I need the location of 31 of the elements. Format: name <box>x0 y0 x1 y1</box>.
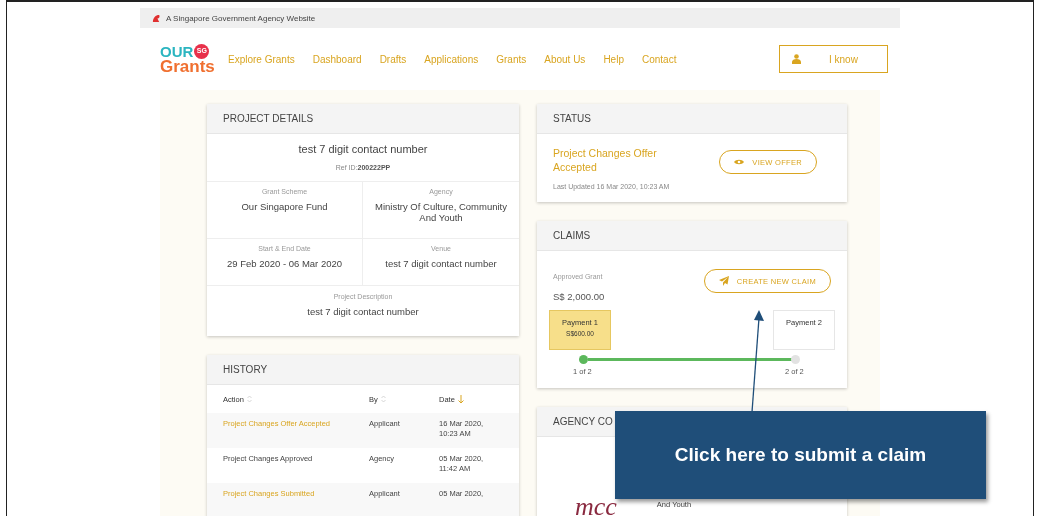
sort-descending-icon[interactable] <box>457 394 464 404</box>
nav-link[interactable]: Drafts <box>379 53 407 65</box>
card-title: CLAIMS <box>537 221 847 252</box>
user-icon <box>792 54 801 64</box>
card-title: PROJECT DETAILS <box>207 104 519 134</box>
field-value: Our Singapore Fund <box>241 201 328 213</box>
callout-text: Click here to submit a claim <box>674 442 927 467</box>
sort-icon[interactable] <box>380 395 386 403</box>
project-name: test 7 digit contact number <box>297 142 429 155</box>
field-value: 29 Feb 2020 - 06 Mar 2020 <box>226 258 343 270</box>
nav-link[interactable]: Contact <box>641 53 677 65</box>
nav-link[interactable]: Applications <box>424 53 479 65</box>
agency-logo: mcc <box>575 496 617 516</box>
field-value: test 7 digit contact number <box>307 306 419 318</box>
nav-link[interactable]: About Us <box>544 53 586 65</box>
nav-link[interactable]: Grants <box>496 53 527 65</box>
status-text: Project Changes Offer Accepted <box>553 146 658 175</box>
lion-head-icon <box>152 13 161 23</box>
nav-link[interactable]: Help <box>603 53 624 65</box>
sort-icon[interactable] <box>246 395 252 403</box>
banner-text: A Singapore Government Agency Website <box>166 13 316 23</box>
nav-link[interactable]: Explore Grants <box>228 53 295 65</box>
card-title: HISTORY <box>207 355 519 385</box>
card-title: STATUS <box>537 104 847 134</box>
field-value: Ministry Of Culture, Community And Youth <box>374 201 508 224</box>
user-button[interactable]: I know <box>779 45 888 73</box>
field-value: test 7 digit contact number <box>385 258 497 270</box>
eye-icon <box>734 159 745 165</box>
nav-link[interactable]: Dashboard <box>312 53 362 65</box>
approved-grant-amount: S$ 2,000.00 <box>553 291 605 303</box>
paper-plane-icon <box>718 276 729 287</box>
